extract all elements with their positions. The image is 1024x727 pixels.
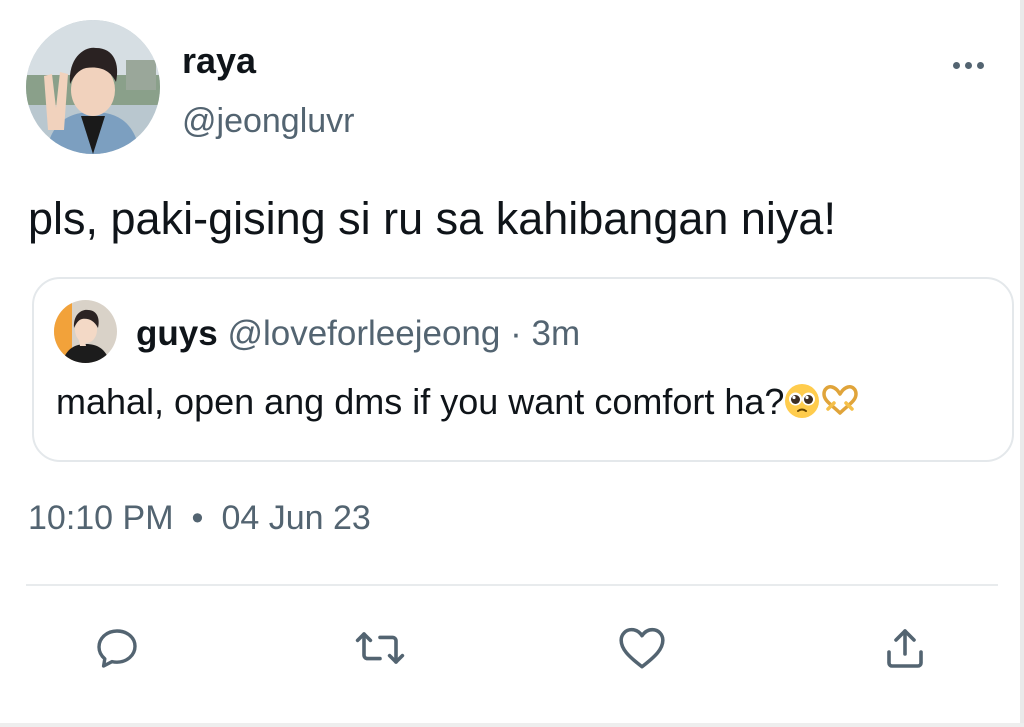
pleading-face-emoji [784,383,820,419]
tweet-text: pls, paki-gising si ru sa kahibangan niy… [28,193,836,244]
avatar-photo [26,20,160,154]
like-button[interactable] [614,620,670,676]
bottom-edge-shadow [0,723,1024,727]
timestamp-time[interactable]: 10:10 PM [28,499,174,537]
author-avatar[interactable] [26,20,160,154]
quoted-separator: · [510,314,522,353]
tweet-detail-page: raya @jeongluvr pls, paki-gising si ru s… [0,0,1024,727]
right-edge-shadow [1020,0,1024,727]
quoted-handle[interactable]: @loveforleejeong [227,314,500,353]
timestamp-date[interactable]: 04 Jun 23 [221,499,370,537]
retweet-icon [355,632,405,664]
share-icon [887,629,923,668]
author-display-name[interactable]: raya [182,39,256,83]
author-handle[interactable]: @jeongluvr [182,100,355,142]
quoted-tweet-card[interactable] [32,277,1014,462]
retweet-button[interactable] [352,620,408,676]
heart-hands-emoji [820,383,860,419]
quoted-time[interactable]: 3m [532,314,581,353]
more-options-icon [952,61,960,69]
more-options-button[interactable] [945,50,991,80]
heart-icon [619,627,665,669]
quoted-display-name[interactable]: guys [136,314,218,353]
timestamp-separator: • [191,499,204,537]
tweet-timestamp: 10:10 PM • 04 Jun 23 [28,497,371,539]
quoted-tweet-text-line: mahal, open ang dms if you want comfort … [56,380,860,424]
quoted-tweet-text: mahal, open ang dms if you want comfort … [56,381,785,422]
quoted-avatar-photo [54,300,117,363]
reply-button[interactable] [89,620,145,676]
quoted-author-avatar[interactable] [54,300,117,363]
more-options-icon-dot [976,61,984,69]
action-divider [26,584,998,586]
more-options-icon-dot [964,61,972,69]
reply-icon [97,629,137,668]
quoted-tweet-header: guys @loveforleejeong · 3m [136,313,580,355]
share-button[interactable] [877,620,933,676]
